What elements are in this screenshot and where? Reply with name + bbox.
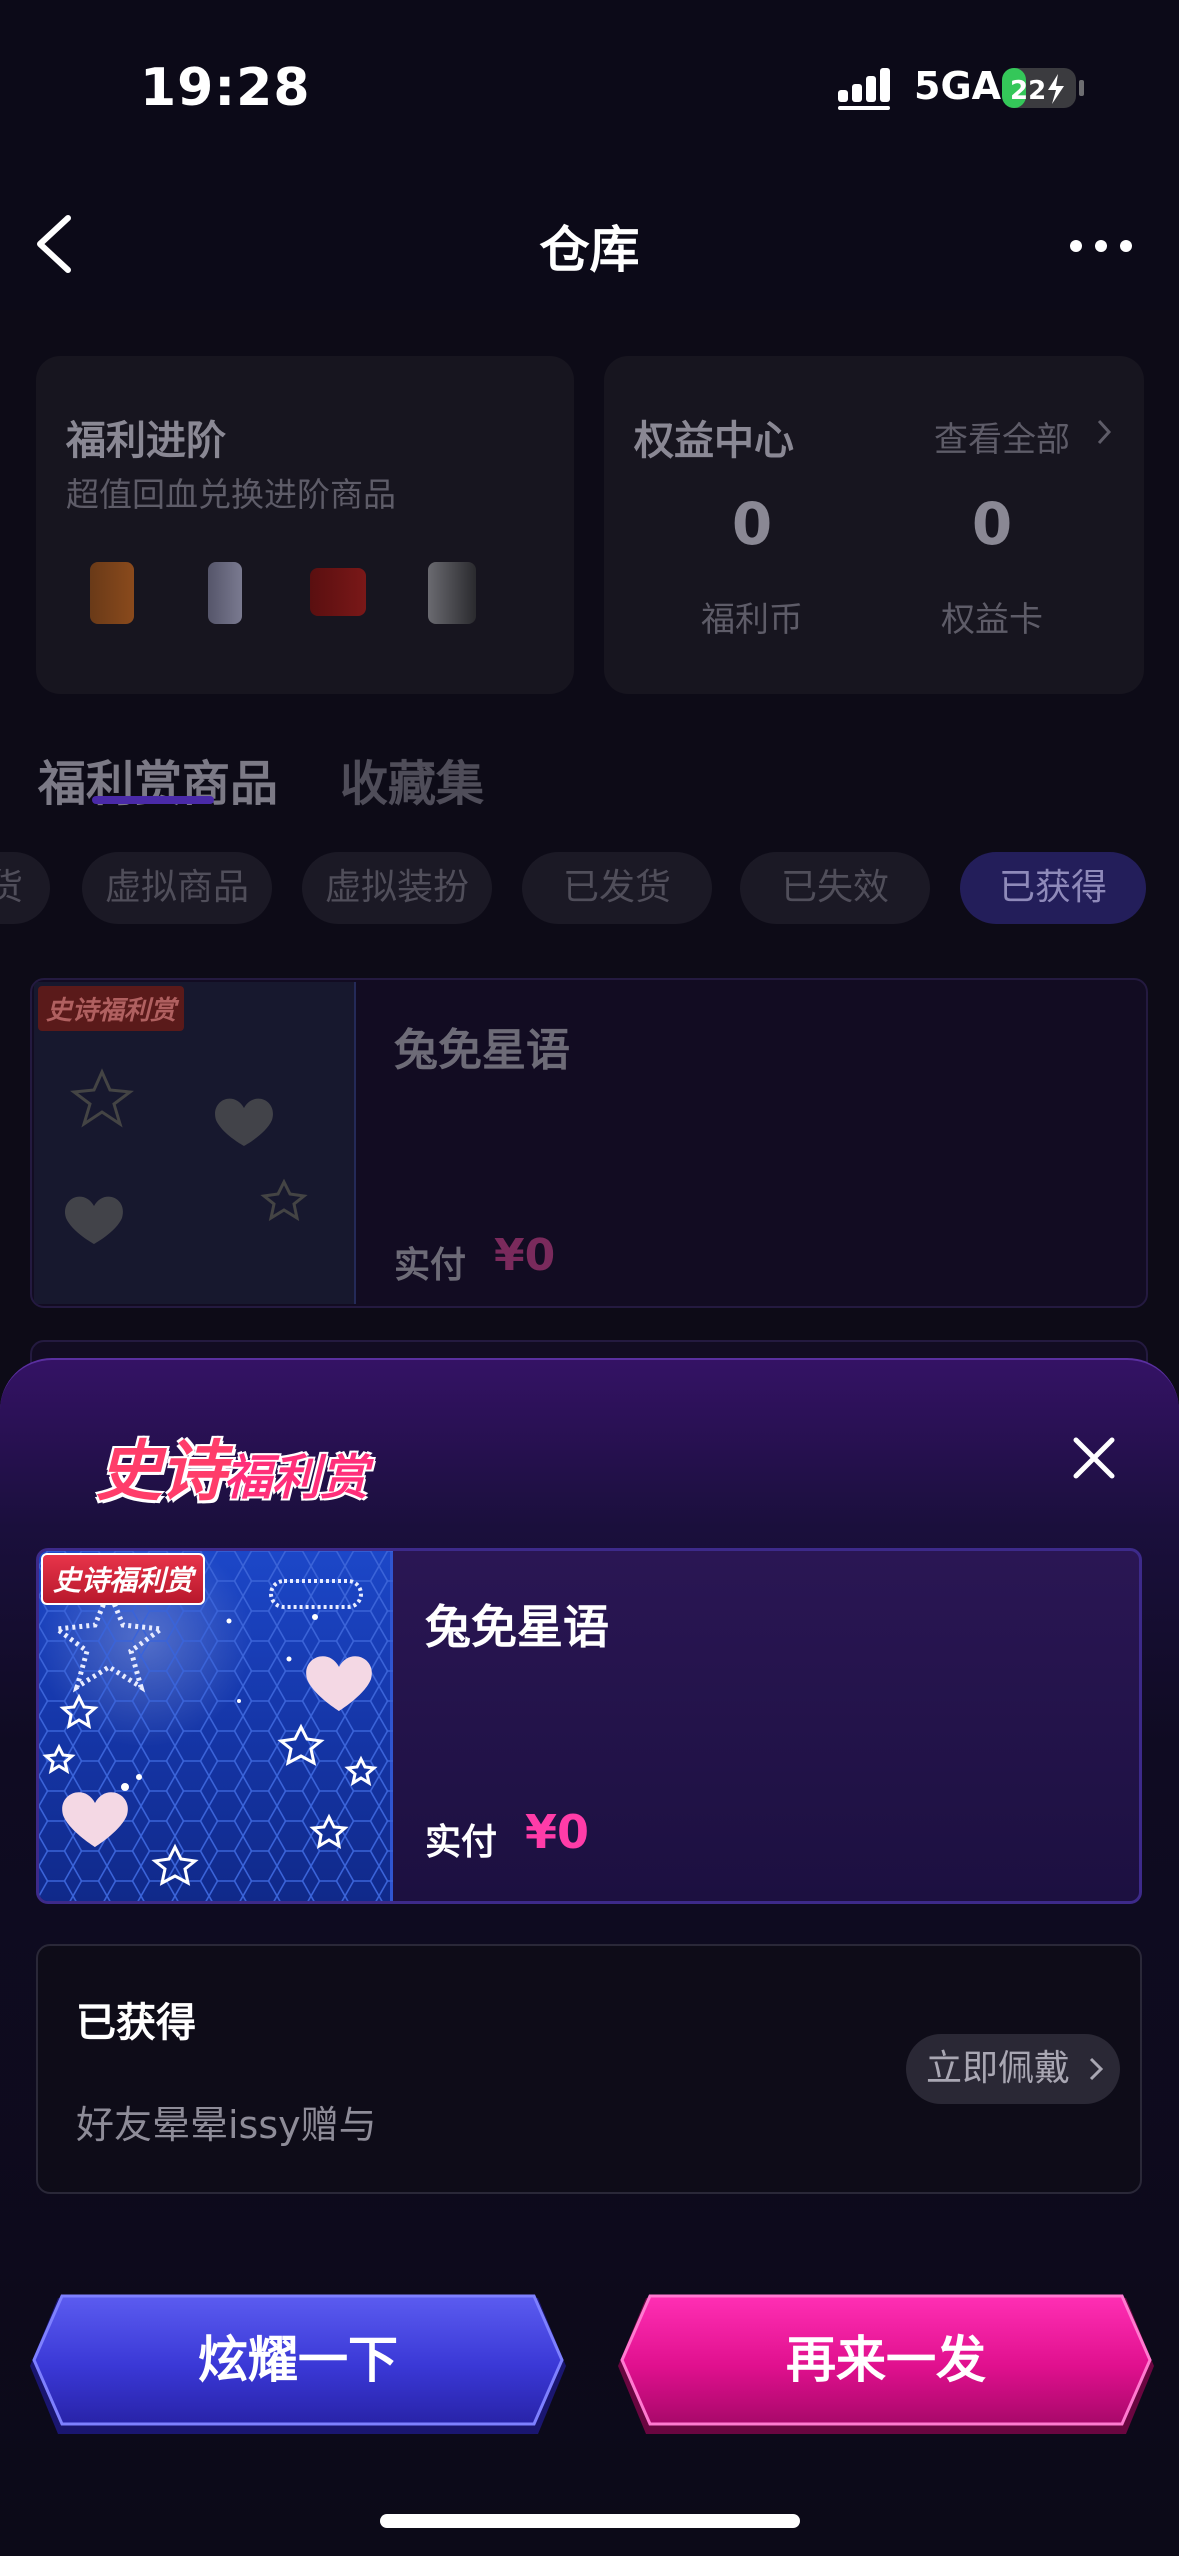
filter-chip-virtual-goods[interactable]: 虚拟商品 — [82, 852, 272, 924]
paid-label: 实付 — [394, 1245, 467, 1286]
page-title: 仓库 — [539, 221, 640, 279]
status-time: 19:28 — [140, 58, 311, 118]
rights-title: 权益中心 — [634, 418, 794, 464]
phone-red-image — [310, 568, 366, 616]
epic-badge: 史诗福利赏 — [41, 1553, 206, 1605]
draw-again-button[interactable]: 再来一发 — [616, 2292, 1156, 2440]
welfare-coin-label: 福利币 — [701, 600, 803, 640]
item-price: ¥0 — [525, 1805, 590, 1859]
item-thumbnail: 史诗福利赏 — [34, 982, 356, 1304]
filter-chip-shipped[interactable]: 已发货 — [522, 852, 712, 924]
network-type: 5GA — [914, 64, 1002, 108]
show-off-label: 炫耀一下 — [198, 2331, 398, 2389]
item-price: ¥0 — [494, 1230, 556, 1281]
paid-label: 实付 — [425, 1822, 498, 1863]
item-name: 兔免星语 — [394, 1025, 570, 1076]
welfare-advance-card[interactable]: 福利进阶 超值回血兑换进阶商品 — [36, 356, 574, 694]
item-thumbnail: 史诗福利赏 — [39, 1551, 393, 1901]
phone-dark-image — [428, 562, 476, 624]
tab-underline — [92, 796, 214, 804]
phone-orange-image — [90, 562, 134, 624]
welfare-coin-count: 0 — [731, 490, 773, 558]
epic-welfare-logo: 史诗福利赏 — [96, 1418, 368, 1510]
signal-icon — [838, 68, 890, 110]
draw-again-label: 再来一发 — [786, 2331, 986, 2389]
rights-center-card[interactable]: 权益中心 查看全部 0 福利币 0 权益卡 — [604, 356, 1144, 694]
item-name: 兔免星语 — [425, 1600, 609, 1654]
epic-badge: 史诗福利赏 — [38, 986, 185, 1031]
filter-chip-obtained[interactable]: 已获得 — [960, 852, 1146, 924]
filter-chip-expired[interactable]: 已失效 — [740, 852, 930, 924]
wear-now-button[interactable]: 立即佩戴 — [906, 2034, 1120, 2104]
logo-sub-text: 福利赏 — [224, 1450, 369, 1506]
chevron-right-icon — [1089, 2057, 1104, 2081]
welfare-subtitle: 超值回血兑换进阶商品 — [66, 475, 396, 514]
home-indicator[interactable] — [380, 2514, 800, 2528]
phone-silver-image — [208, 562, 242, 624]
status-title: 已获得 — [76, 2000, 196, 2046]
tab-collection[interactable]: 收藏集 — [340, 744, 484, 814]
battery-level: 22 — [1010, 76, 1046, 106]
status-description: 好友晕晕issy赠与 — [76, 2103, 377, 2147]
logo-main-text: 史诗 — [96, 1433, 226, 1510]
more-icon[interactable] — [1068, 238, 1134, 254]
reward-item-card[interactable]: 史诗福利赏 兔免星语 实付 ¥0 — [36, 1548, 1142, 1904]
rights-card-label: 权益卡 — [941, 600, 1043, 640]
wear-now-label: 立即佩戴 — [926, 2048, 1071, 2089]
rights-card-count: 0 — [971, 490, 1013, 558]
filter-chip-virtual-dressup[interactable]: 虚拟装扮 — [302, 852, 492, 924]
show-off-button[interactable]: 炫耀一下 — [28, 2292, 568, 2440]
close-icon[interactable] — [1066, 1430, 1122, 1486]
welfare-title: 福利进阶 — [66, 418, 226, 464]
stars-hearts-decoration — [65, 1068, 308, 1244]
battery-icon: 22 — [1002, 68, 1084, 108]
view-all-link[interactable]: 查看全部 — [934, 412, 1070, 461]
chevron-right-icon — [1097, 419, 1112, 445]
list-item[interactable]: 史诗福利赏 兔免星语 实付 ¥0 — [30, 978, 1148, 1308]
